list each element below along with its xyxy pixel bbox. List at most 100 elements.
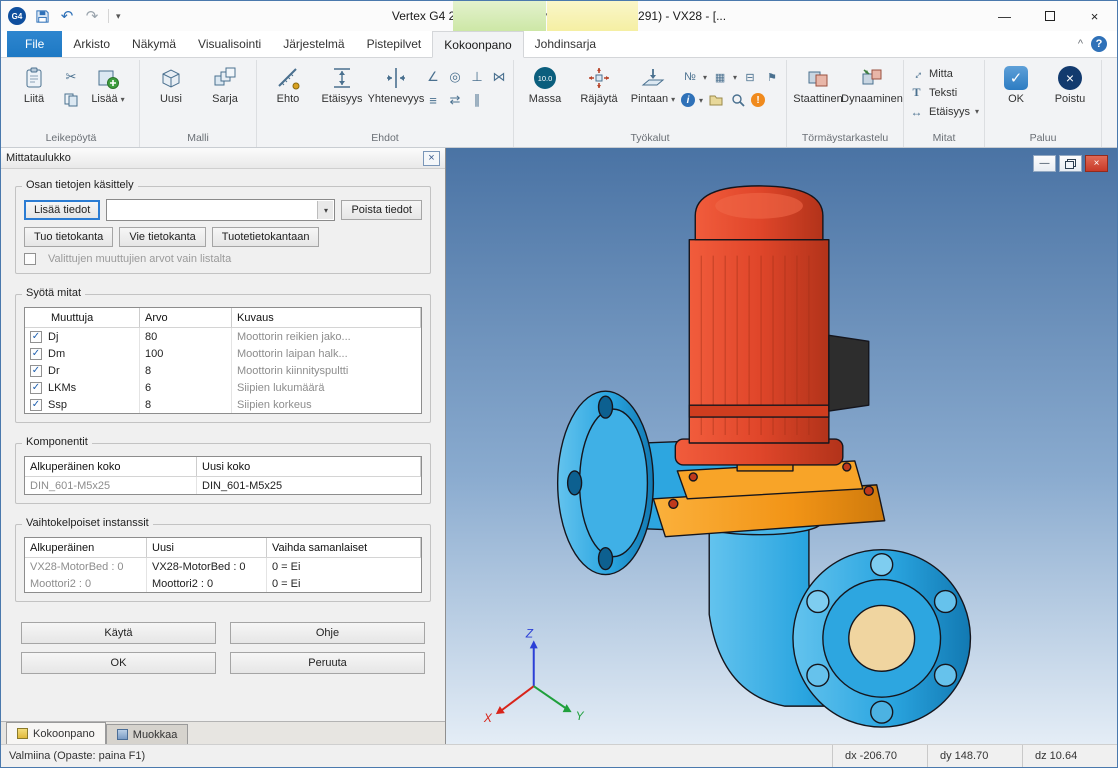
zoom-tool-icon[interactable]: [729, 91, 747, 109]
flag-icon[interactable]: ⚑: [763, 68, 781, 86]
combobox-caret-icon[interactable]: ▾: [317, 201, 333, 219]
instance-new[interactable]: VX28-MotorBed : 0: [147, 558, 267, 575]
column-header[interactable]: Kuvaus: [232, 308, 421, 327]
undo-icon[interactable]: ↶: [58, 7, 76, 25]
bottom-tab-muokkaa[interactable]: Muokkaa: [106, 724, 189, 744]
table-row[interactable]: VX28-MotorBed : 0 VX28-MotorBed : 0 0 = …: [25, 558, 421, 575]
app-logo-icon[interactable]: G4: [8, 7, 26, 25]
parallel-constraint-icon[interactable]: ∥: [468, 91, 486, 109]
table-row[interactable]: ✓Dj 80 Moottorin reikien jako...: [25, 328, 421, 345]
tab-jarjestelma[interactable]: Järjestelmä: [272, 31, 355, 57]
tab-file[interactable]: File: [7, 31, 62, 57]
ok-ribbon-button[interactable]: ✓ OK: [990, 60, 1042, 105]
variable-value[interactable]: 6: [140, 379, 232, 396]
concentric-constraint-icon[interactable]: ◎: [446, 68, 464, 86]
product-database-button[interactable]: Tuotetietokantaan: [212, 227, 320, 247]
tab-visualisointi[interactable]: Visualisointi: [187, 31, 272, 57]
add-data-button[interactable]: Lisää tiedot: [24, 200, 100, 220]
text-button[interactable]: T Teksti: [909, 85, 979, 100]
folder-icon[interactable]: [707, 91, 725, 109]
viewport-close-button[interactable]: ×: [1085, 155, 1108, 172]
series-button[interactable]: Sarja: [199, 60, 251, 105]
insert-button[interactable]: Lisää ▾: [82, 60, 134, 105]
renumber-icon[interactable]: №: [681, 68, 699, 86]
dimension-button[interactable]: ↔ Mitta: [909, 66, 979, 81]
help-icon[interactable]: ?: [1091, 36, 1107, 52]
column-header[interactable]: Uusi: [147, 538, 267, 557]
table-row[interactable]: ✓Dr 8 Moottorin kiinnityspultti: [25, 362, 421, 379]
data-combobox[interactable]: ▾: [106, 199, 335, 221]
ok-button[interactable]: OK: [21, 652, 216, 674]
component-new[interactable]: DIN_601-M5x25: [197, 477, 421, 494]
export-database-button[interactable]: Vie tietokanta: [119, 227, 205, 247]
warning-icon[interactable]: !: [751, 93, 765, 107]
viewport-3d[interactable]: — ×: [446, 148, 1117, 744]
remove-icon[interactable]: ⊟: [741, 68, 759, 86]
copy-icon[interactable]: [62, 91, 80, 109]
close-button[interactable]: ×: [1072, 1, 1117, 31]
exit-button[interactable]: × Poistu: [1044, 60, 1096, 105]
distance-constraint-button[interactable]: Etäisyys: [316, 60, 368, 105]
remove-data-button[interactable]: Poista tiedot: [341, 200, 422, 220]
row-checkbox[interactable]: ✓: [30, 365, 42, 377]
viewport-3d-model[interactable]: Z X Y: [446, 148, 1117, 744]
instance-new[interactable]: Moottori2 : 0: [147, 575, 267, 592]
variable-value[interactable]: 80: [140, 328, 232, 345]
row-checkbox[interactable]: ✓: [30, 331, 42, 343]
panel-close-button[interactable]: ×: [423, 151, 440, 166]
variable-value[interactable]: 100: [140, 345, 232, 362]
column-header[interactable]: Arvo: [140, 308, 232, 327]
row-checkbox[interactable]: ✓: [30, 348, 42, 360]
help-button[interactable]: Ohje: [230, 622, 425, 644]
instance-swap[interactable]: 0 = Ei: [267, 575, 421, 592]
apply-button[interactable]: Käytä: [21, 622, 216, 644]
explode-button[interactable]: Räjäytä: [573, 60, 625, 105]
paste-button[interactable]: Liitä: [8, 60, 60, 105]
column-header[interactable]: Muuttuja: [25, 308, 140, 327]
column-header[interactable]: Vaihda samanlaiset: [267, 538, 421, 557]
maximize-button[interactable]: [1027, 1, 1072, 31]
coincidence-button[interactable]: Yhtenevyys: [370, 60, 422, 105]
dynamic-collision-button[interactable]: Dynaaminen: [846, 60, 898, 105]
tab-kokoonpano[interactable]: Kokoonpano: [432, 31, 523, 58]
customize-toolbar-caret-icon[interactable]: ▾: [116, 11, 121, 22]
save-icon[interactable]: [33, 7, 51, 25]
collapse-ribbon-icon[interactable]: ^: [1078, 38, 1083, 50]
variable-value[interactable]: 8: [140, 396, 232, 413]
viewport-minimize-button[interactable]: —: [1033, 155, 1056, 172]
cut-icon[interactable]: ✂: [62, 68, 80, 86]
row-checkbox[interactable]: ✓: [30, 399, 42, 411]
new-part-button[interactable]: Uusi: [145, 60, 197, 105]
tab-johdinsarja[interactable]: Johdinsarja: [524, 31, 607, 57]
variable-value[interactable]: 8: [140, 362, 232, 379]
column-header[interactable]: Alkuperäinen koko: [25, 457, 197, 476]
static-collision-button[interactable]: Staattinen: [792, 60, 844, 105]
import-database-button[interactable]: Tuo tietokanta: [24, 227, 113, 247]
constraint-button[interactable]: Ehto: [262, 60, 314, 105]
table-row[interactable]: DIN_601-M5x25 DIN_601-M5x25: [25, 477, 421, 494]
redo-icon[interactable]: ↷: [83, 7, 101, 25]
mass-button[interactable]: 10.0 Massa: [519, 60, 571, 105]
row-checkbox[interactable]: ✓: [30, 382, 42, 394]
viewport-restore-button[interactable]: [1059, 155, 1082, 172]
perpendicular-constraint-icon[interactable]: ⊥: [468, 68, 486, 86]
column-header[interactable]: Alkuperäinen: [25, 538, 147, 557]
tab-pistepilvet[interactable]: Pistepilvet: [356, 31, 433, 57]
tab-arkisto[interactable]: Arkisto: [62, 31, 121, 57]
info-icon[interactable]: i: [681, 93, 695, 107]
to-surface-button[interactable]: Pintaan ▾: [627, 60, 679, 105]
minimize-button[interactable]: —: [982, 1, 1027, 31]
instance-swap[interactable]: 0 = Ei: [267, 558, 421, 575]
table-row[interactable]: ✓Dm 100 Moottorin laipan halk...: [25, 345, 421, 362]
table-row[interactable]: ✓Ssp 8 Siipien korkeus: [25, 396, 421, 413]
angle-constraint-icon[interactable]: ∠: [424, 68, 442, 86]
list-only-checkbox[interactable]: [24, 253, 36, 265]
cancel-button[interactable]: Peruuta: [230, 652, 425, 674]
swap-constraint-icon[interactable]: ⇄: [446, 91, 464, 109]
table-icon[interactable]: ▦: [711, 68, 729, 86]
measure-distance-button[interactable]: ↔ Etäisyys ▾: [909, 104, 979, 119]
table-row[interactable]: ✓LKMs 6 Siipien lukumäärä: [25, 379, 421, 396]
bottom-tab-kokoonpano[interactable]: Kokoonpano: [6, 722, 106, 744]
symmetry-constraint-icon[interactable]: ⋈: [490, 68, 508, 86]
column-header[interactable]: Uusi koko: [197, 457, 421, 476]
